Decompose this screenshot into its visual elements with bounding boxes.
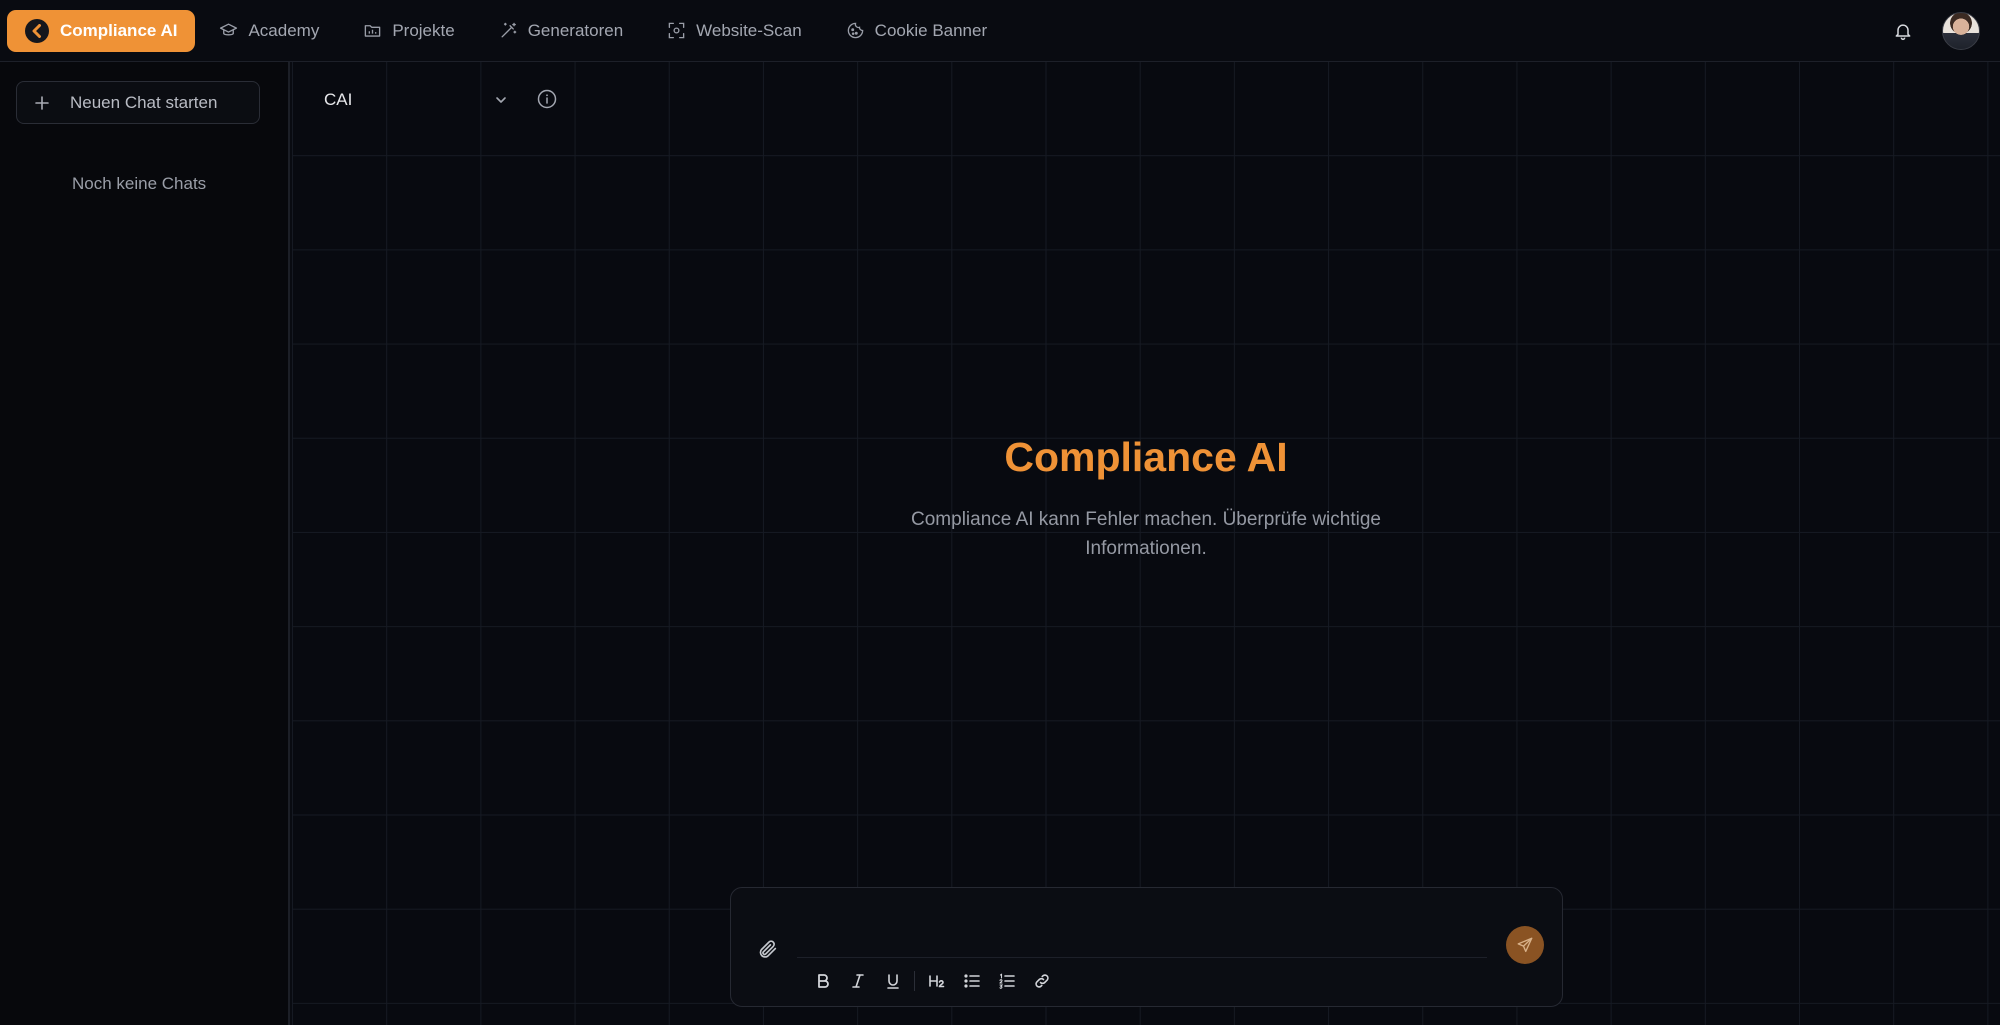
nav-item-label: Cookie Banner bbox=[874, 20, 988, 40]
magic-wand-icon bbox=[499, 21, 518, 40]
new-chat-label: Neuen Chat starten bbox=[70, 92, 218, 112]
folder-chart-icon bbox=[363, 21, 382, 40]
nav-item-generatoren[interactable]: Generatoren bbox=[479, 10, 643, 52]
hero-title: Compliance AI bbox=[1004, 434, 1288, 480]
bold-icon bbox=[817, 974, 829, 988]
italic-button[interactable] bbox=[840, 966, 875, 996]
underline-button[interactable] bbox=[875, 966, 910, 996]
compliance-ai-logo-icon bbox=[25, 18, 49, 43]
send-icon bbox=[1517, 937, 1533, 953]
nav-item-label: Compliance AI bbox=[60, 20, 178, 40]
plus-icon bbox=[33, 94, 51, 112]
nav-item-label: Academy bbox=[248, 20, 320, 40]
model-select-dropdown[interactable]: CAI bbox=[324, 82, 509, 118]
bold-button[interactable] bbox=[805, 966, 840, 996]
send-button[interactable] bbox=[1506, 926, 1544, 964]
info-icon[interactable] bbox=[536, 88, 558, 110]
top-navigation-bar: Compliance AI Academy Projekte Generator… bbox=[0, 0, 2000, 62]
notifications-bell-icon[interactable] bbox=[1883, 11, 1923, 51]
bullet-list-button[interactable] bbox=[954, 966, 989, 996]
top-right-actions bbox=[1883, 0, 2000, 62]
nav-item-label: Website-Scan bbox=[696, 20, 802, 40]
empty-chats-message: Noch keine Chats bbox=[72, 174, 207, 193]
nav-item-website-scan[interactable]: Website-Scan bbox=[647, 10, 822, 52]
graduation-cap-icon bbox=[219, 21, 238, 40]
chevron-down-icon bbox=[493, 92, 509, 108]
formatting-toolbar bbox=[805, 966, 1059, 996]
model-select-value: CAI bbox=[324, 90, 353, 109]
user-avatar[interactable] bbox=[1942, 12, 1980, 50]
numbered-list-button[interactable] bbox=[989, 966, 1024, 996]
nav-item-academy[interactable]: Academy bbox=[199, 10, 339, 52]
heading-2-icon bbox=[928, 975, 944, 988]
nav-item-cookie-banner[interactable]: Cookie Banner bbox=[826, 10, 1007, 52]
paperclip-icon[interactable] bbox=[757, 938, 779, 960]
nav-item-label: Generatoren bbox=[527, 20, 624, 40]
nav-item-compliance-ai[interactable]: Compliance AI bbox=[7, 9, 196, 52]
nav-item-projekte[interactable]: Projekte bbox=[343, 10, 474, 52]
underline-icon bbox=[886, 974, 899, 989]
heading-2-button[interactable] bbox=[919, 966, 954, 996]
chat-main-area: CAI Compliance AI Compliance AI kann Feh… bbox=[292, 62, 2000, 1025]
link-icon bbox=[1034, 974, 1049, 988]
cookie-icon bbox=[846, 21, 865, 40]
link-button[interactable] bbox=[1024, 966, 1059, 996]
message-composer bbox=[730, 887, 1563, 1007]
chat-sidebar: Neuen Chat starten Noch keine Chats bbox=[0, 62, 290, 1025]
bullet-list-icon bbox=[963, 974, 980, 988]
main-nav: Compliance AI Academy Projekte Generator… bbox=[0, 0, 1011, 62]
nav-item-label: Projekte bbox=[392, 20, 455, 40]
new-chat-button[interactable]: Neuen Chat starten bbox=[16, 81, 260, 124]
disclaimer-text: Compliance AI kann Fehler machen. Überpr… bbox=[911, 509, 1381, 559]
scan-icon bbox=[667, 21, 686, 40]
italic-icon bbox=[851, 974, 864, 988]
message-input[interactable] bbox=[797, 926, 1487, 958]
toolbar-divider bbox=[914, 971, 915, 991]
numbered-list-icon bbox=[998, 973, 1015, 989]
